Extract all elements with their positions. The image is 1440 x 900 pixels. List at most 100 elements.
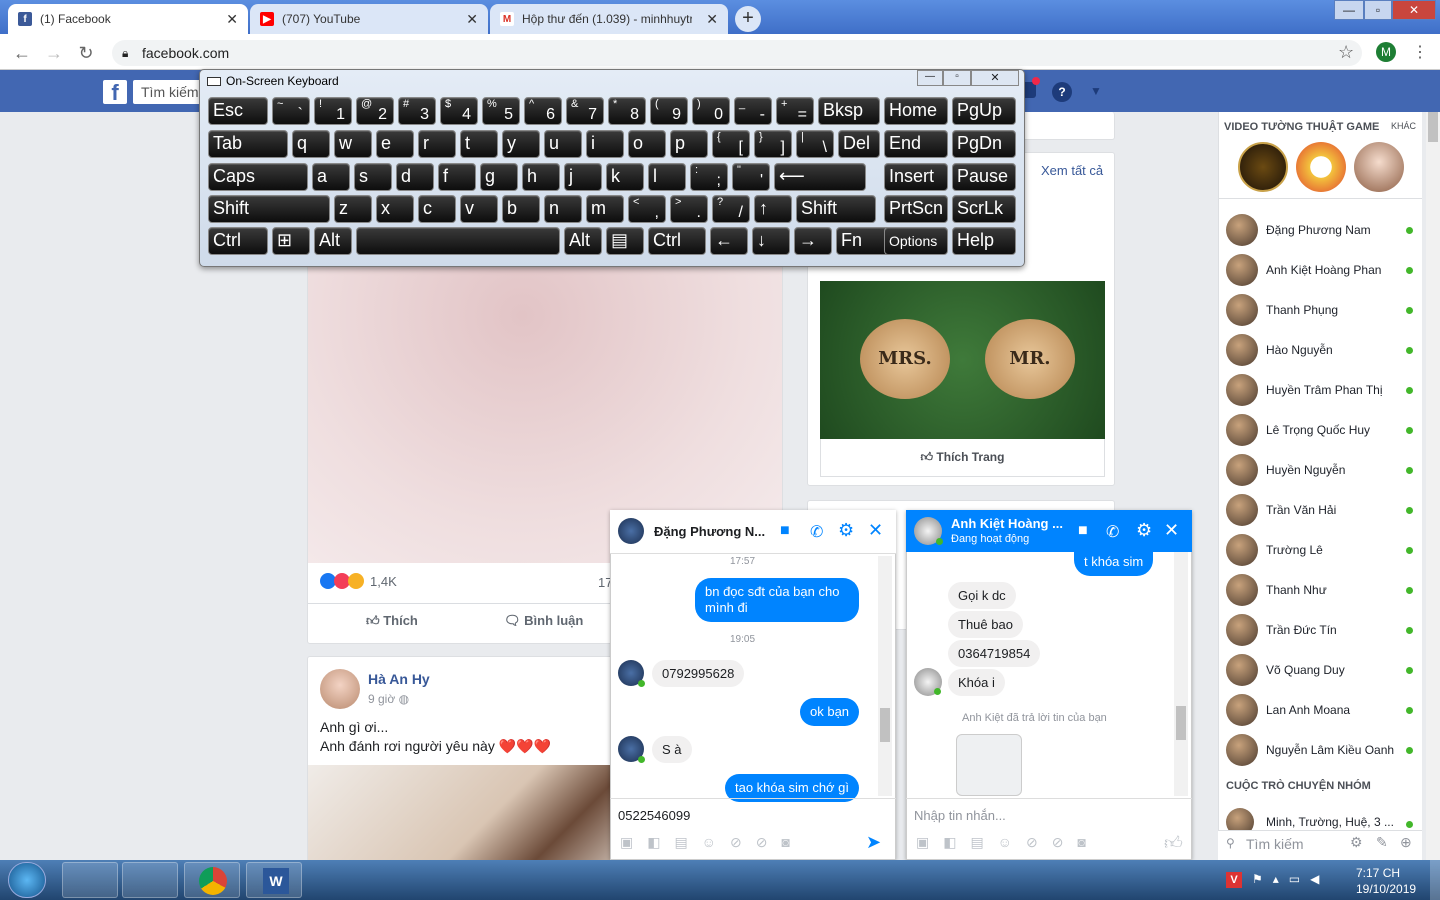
chat-composer-icons[interactable]: ▣◧▤☺⊘⊘◙ [620, 834, 804, 851]
help-icon[interactable]: ? [1052, 82, 1072, 102]
key-j[interactable]: j [564, 163, 602, 191]
key-alt[interactable]: Alt [564, 227, 602, 255]
start-button[interactable] [8, 862, 46, 898]
key-symbol[interactable]: ← [710, 227, 748, 255]
key-d[interactable]: d [396, 163, 434, 191]
key-pgup[interactable]: PgUp [952, 97, 1016, 125]
key-x[interactable]: x [376, 195, 414, 223]
key-e[interactable]: e [376, 130, 414, 158]
maximize-button[interactable]: ▫ [1364, 0, 1392, 20]
comment-button[interactable]: 🗨︎ Bình luận [504, 613, 583, 629]
reactions-summary[interactable]: 1,4K [320, 573, 397, 589]
new-message-icon[interactable]: ✎ [1376, 834, 1388, 851]
see-all-link[interactable]: Xem tất cả [1041, 163, 1103, 178]
key-home[interactable]: Home [884, 97, 948, 125]
contact-item[interactable]: Huyền Nguyễn [1226, 454, 1426, 486]
key-symbol[interactable]: :; [690, 163, 728, 191]
url-input[interactable]: 🔒︎ facebook.com [112, 40, 1362, 66]
key-ctrl[interactable]: Ctrl [648, 227, 706, 255]
key-5[interactable]: % 5 [482, 97, 520, 125]
key-y[interactable]: y [502, 130, 540, 158]
menu-dots-icon[interactable]: ⋮ [1412, 42, 1428, 62]
page-cover-image[interactable]: MRS. MR. [820, 281, 1105, 439]
settings-gear-icon[interactable]: ⚙ [1136, 520, 1152, 541]
key-shift[interactable]: Shift [796, 195, 876, 223]
video-call-icon[interactable]: ■ [1078, 522, 1088, 540]
avatar[interactable] [320, 669, 360, 709]
key-b[interactable]: b [502, 195, 540, 223]
key-tab[interactable]: Tab [208, 130, 288, 158]
key-symbol[interactable]: }] [754, 130, 792, 158]
settings-gear-icon[interactable]: ⚙ [838, 520, 854, 541]
contact-item[interactable]: Lan Anh Moana [1226, 694, 1426, 726]
key-pgdn[interactable]: PgDn [952, 130, 1016, 158]
word-app-icon[interactable]: W [246, 862, 302, 898]
key-1[interactable]: ! 1 [314, 97, 352, 125]
close-icon[interactable]: ✕ [706, 11, 718, 28]
contact-item[interactable]: Võ Quang Duy [1226, 654, 1426, 686]
key-scrlk[interactable]: ScrLk [952, 195, 1016, 223]
on-screen-keyboard-app-icon[interactable] [122, 862, 178, 898]
account-menu-icon[interactable]: ▼ [1090, 84, 1102, 98]
key-t[interactable]: t [460, 130, 498, 158]
group-icon[interactable]: ⊕ [1400, 834, 1412, 851]
key-n[interactable]: n [544, 195, 582, 223]
scrollbar-thumb[interactable] [1176, 706, 1186, 740]
close-icon[interactable]: ✕ [1164, 520, 1179, 541]
key-symbol[interactable]: _ - [734, 97, 772, 125]
contact-item[interactable]: Trường Lê [1226, 534, 1426, 566]
close-icon[interactable]: ✕ [868, 520, 883, 541]
key-3[interactable]: #3 [398, 97, 436, 125]
key-symbol[interactable]: ↓ [752, 227, 790, 255]
post-time[interactable]: 9 giờ ◍ [368, 692, 409, 706]
thumbs-up-icon[interactable]: 👍︎ [1164, 832, 1183, 854]
key-symbol[interactable]: ⟵ [774, 163, 866, 191]
contact-item[interactable]: Trần Đức Tín [1226, 614, 1426, 646]
message-bubble-sent[interactable]: bn đọc sđt của bạn cho mình đi [695, 578, 859, 622]
page-scrollbar[interactable] [1426, 112, 1440, 860]
key-u[interactable]: u [544, 130, 582, 158]
key-symbol[interactable]: + = [776, 97, 814, 125]
key-esc[interactable]: Esc [208, 97, 268, 125]
key-g[interactable]: g [480, 163, 518, 191]
close-icon[interactable]: ✕ [226, 11, 238, 28]
phone-icon[interactable]: ✆ [1106, 522, 1119, 542]
key-space[interactable] [356, 227, 560, 255]
contact-item[interactable]: Thanh Như [1226, 574, 1426, 606]
minimize-button[interactable]: — [1334, 0, 1364, 20]
facebook-logo-icon[interactable]: f [103, 80, 127, 105]
contact-item[interactable]: Nguyễn Lâm Kiều Oanh [1226, 734, 1426, 766]
clock-time[interactable]: 7:17 CH [1356, 866, 1400, 880]
chat-scrollbar[interactable] [878, 556, 892, 796]
clock-date[interactable]: 19/10/2019 [1356, 882, 1416, 896]
key-s[interactable]: s [354, 163, 392, 191]
minimize-button[interactable]: — [917, 70, 943, 86]
bookmark-star-icon[interactable]: ☆ [1338, 42, 1354, 63]
key-h[interactable]: h [522, 163, 560, 191]
key-pause[interactable]: Pause [952, 163, 1016, 191]
key-symbol[interactable]: ⊞ [272, 227, 310, 255]
chat-contact-name[interactable]: Anh Kiệt Hoàng ... [951, 516, 1063, 531]
key-bksp[interactable]: Bksp [818, 97, 880, 125]
key-options[interactable]: Options [884, 227, 948, 255]
tray-antivirus-icon[interactable]: V [1226, 872, 1242, 888]
profile-avatar[interactable]: M [1376, 42, 1396, 62]
like-button[interactable]: 👍︎ Thích [366, 613, 418, 629]
key-shift[interactable]: Shift [208, 195, 330, 223]
contact-item[interactable]: Thanh Phụng [1226, 294, 1426, 326]
key-symbol[interactable]: | \ [796, 130, 834, 158]
tray-icons[interactable]: ⚑▴▭◀ [1252, 872, 1329, 886]
key-i[interactable]: i [586, 130, 624, 158]
key-c[interactable]: c [418, 195, 456, 223]
send-icon[interactable]: ➤ [866, 832, 881, 853]
group-chat-item[interactable]: Minh, Trường, Huệ, 3 ... [1226, 808, 1426, 836]
key-q[interactable]: q [292, 130, 330, 158]
reload-icon[interactable]: ↻ [76, 43, 96, 64]
contact-item[interactable]: Đặng Phương Nam [1226, 214, 1426, 246]
key-2[interactable]: @2 [356, 97, 394, 125]
show-desktop-button[interactable] [1430, 860, 1440, 900]
key-ctrl[interactable]: Ctrl [208, 227, 268, 255]
tab-facebook[interactable]: f (1) Facebook ✕ [8, 4, 248, 34]
key-symbol[interactable]: " ' [732, 163, 770, 191]
key-f[interactable]: f [438, 163, 476, 191]
